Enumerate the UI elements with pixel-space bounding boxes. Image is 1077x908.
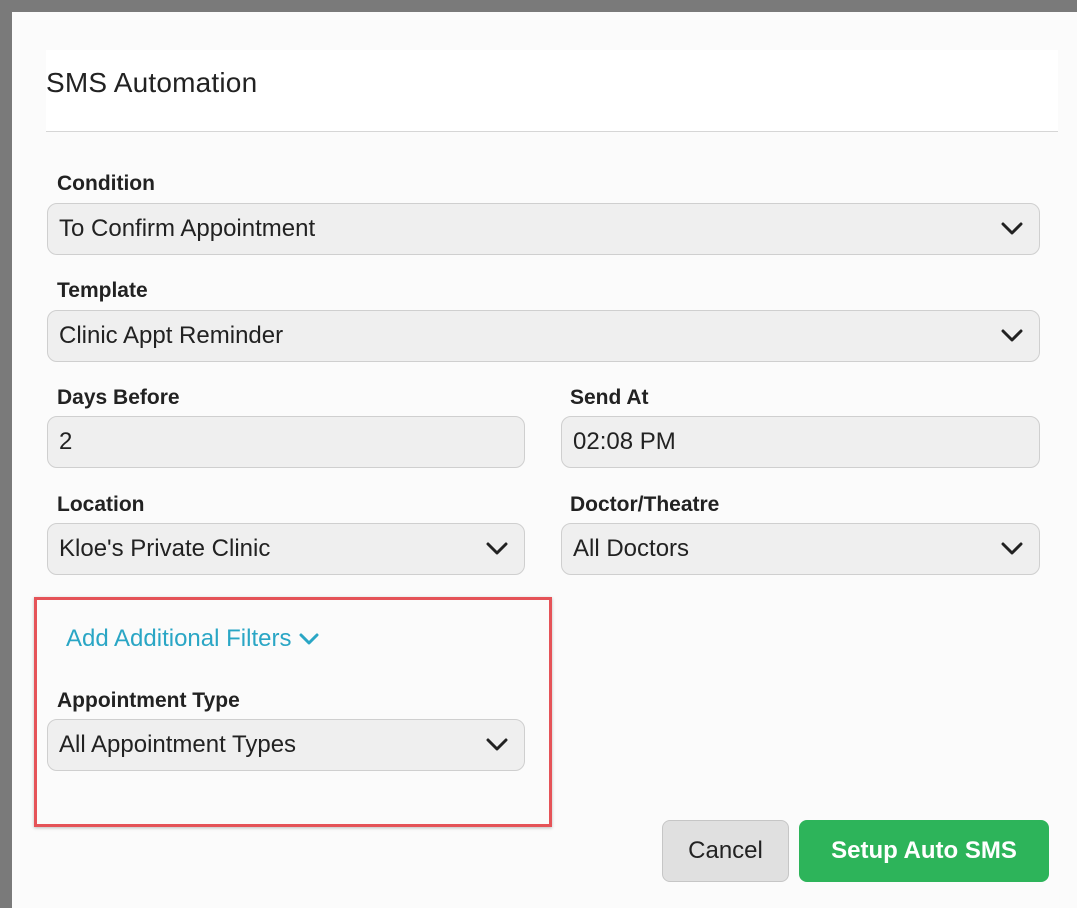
location-label: Location — [57, 493, 145, 516]
chevron-down-icon — [1001, 222, 1023, 235]
template-label: Template — [57, 279, 148, 302]
condition-value: To Confirm Appointment — [59, 215, 316, 242]
location-select[interactable]: Kloe's Private Clinic — [47, 523, 525, 575]
chevron-down-icon — [1001, 329, 1023, 342]
days-before-input[interactable]: 2 — [47, 416, 525, 468]
days-before-value: 2 — [59, 428, 73, 455]
appointment-type-label: Appointment Type — [57, 689, 240, 712]
add-additional-filters-label: Add Additional Filters — [66, 625, 292, 652]
doctor-theatre-label: Doctor/Theatre — [570, 493, 720, 516]
chevron-down-icon — [486, 738, 508, 751]
window-frame-top — [0, 0, 1077, 12]
doctor-theatre-select[interactable]: All Doctors — [561, 523, 1040, 575]
chevron-down-icon — [299, 633, 319, 644]
location-value: Kloe's Private Clinic — [59, 535, 271, 562]
send-at-input[interactable]: 02:08 PM — [561, 416, 1040, 468]
dialog-title: SMS Automation — [46, 67, 258, 98]
condition-label: Condition — [57, 172, 155, 195]
setup-auto-sms-button[interactable]: Setup Auto SMS — [799, 820, 1049, 882]
dialog-header: SMS Automation — [46, 50, 1058, 132]
appointment-type-select[interactable]: All Appointment Types — [47, 719, 525, 771]
sms-automation-dialog: SMS Automation Condition To Confirm Appo… — [12, 12, 1077, 908]
days-before-label: Days Before — [57, 386, 180, 409]
chevron-down-icon — [1001, 542, 1023, 555]
condition-select[interactable]: To Confirm Appointment — [47, 203, 1040, 255]
window-frame-left — [0, 0, 12, 908]
appointment-type-value: All Appointment Types — [59, 731, 297, 758]
template-value: Clinic Appt Reminder — [59, 322, 284, 349]
send-at-label: Send At — [570, 386, 649, 409]
cancel-button[interactable]: Cancel — [662, 820, 789, 882]
send-at-value: 02:08 PM — [573, 428, 676, 455]
template-select[interactable]: Clinic Appt Reminder — [47, 310, 1040, 362]
add-additional-filters-link[interactable]: Add Additional Filters — [66, 625, 319, 653]
doctor-theatre-value: All Doctors — [573, 535, 690, 562]
chevron-down-icon — [486, 542, 508, 555]
